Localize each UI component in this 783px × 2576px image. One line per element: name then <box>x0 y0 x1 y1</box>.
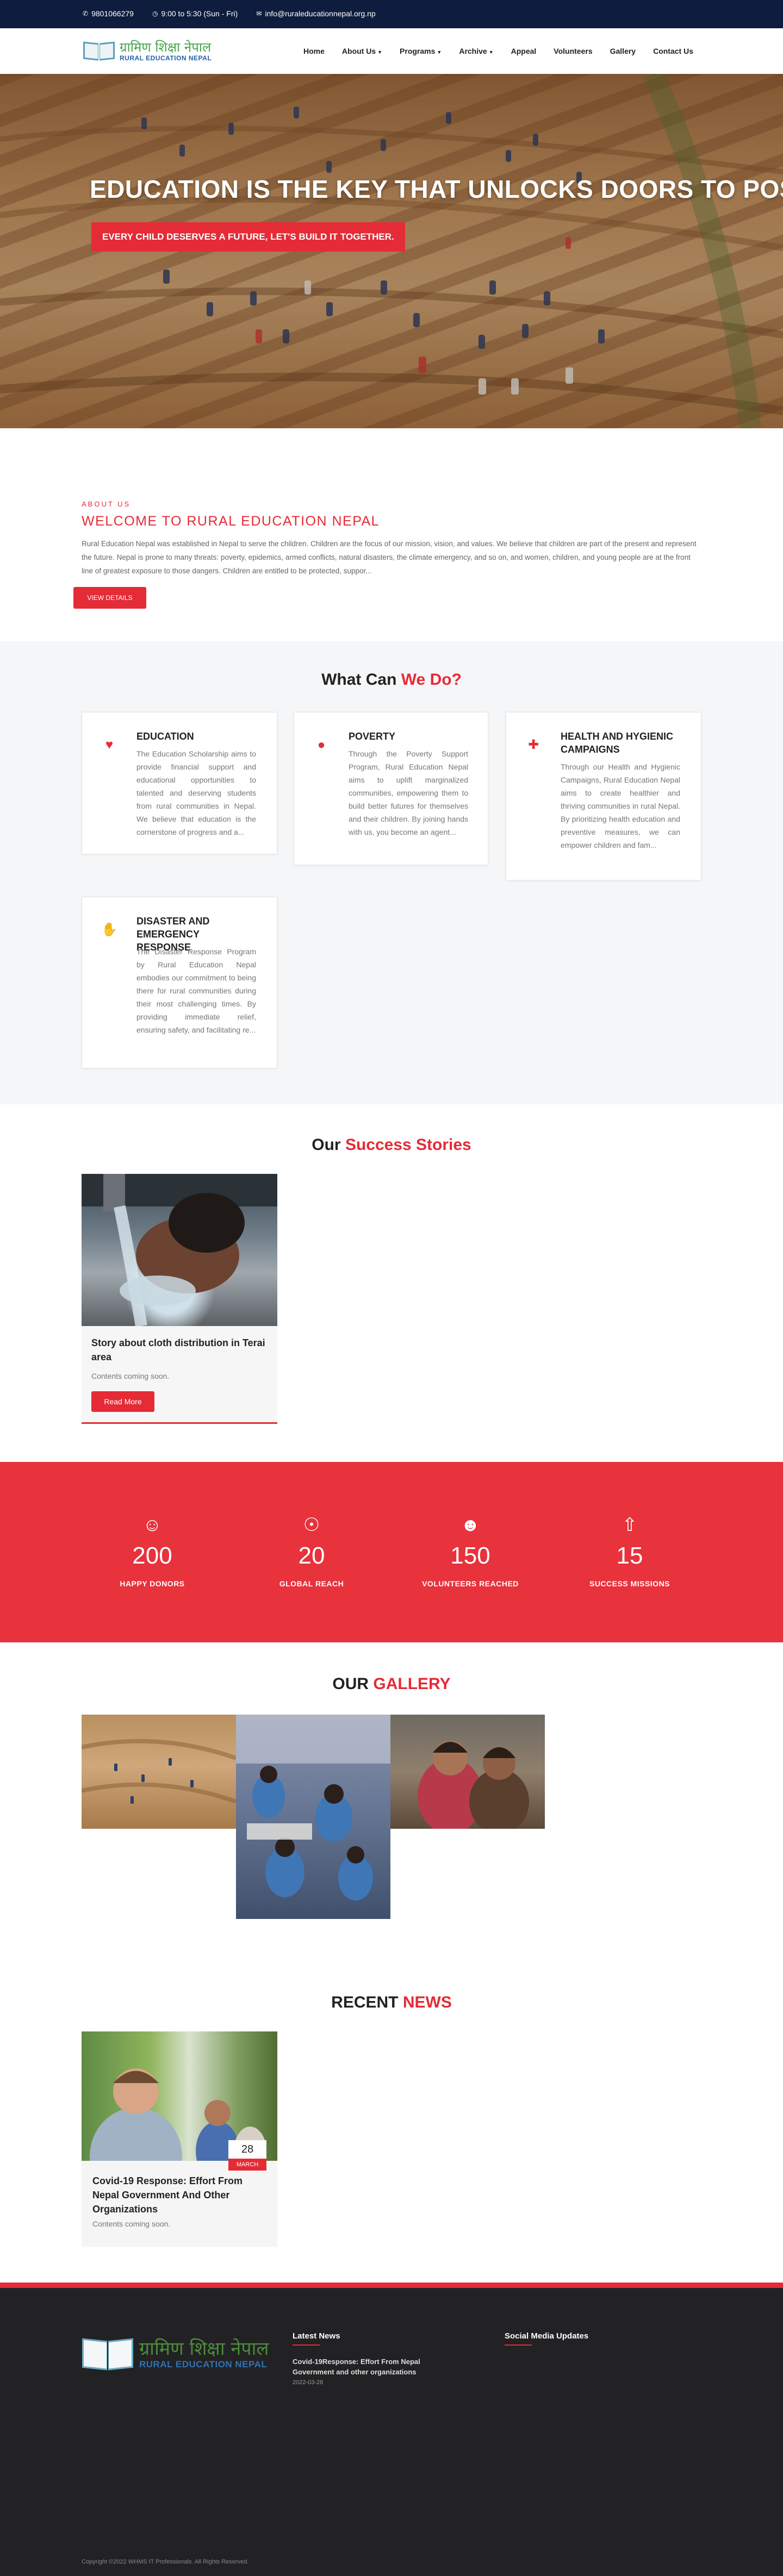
footer-logo[interactable]: ग्रामिण शिक्षा नेपाल RURAL EDUCATION NEP… <box>82 2337 269 2372</box>
site-footer: ग्रामिण शिक्षा नेपाल RURAL EDUCATION NEP… <box>0 2283 783 2576</box>
social-media-heading: Social Media Updates <box>505 2331 589 2341</box>
stat-label: HAPPY DONORS <box>120 1579 185 1588</box>
stat-success-missions: ⇧ 15 SUCCESS MISSIONS <box>559 1514 700 1588</box>
latest-news-heading: Latest News <box>293 2331 340 2341</box>
envelope-icon: ✉ <box>256 10 262 17</box>
heading-underline <box>293 2344 320 2346</box>
stat-value: 15 <box>616 1542 643 1569</box>
stat-happy-donors: ☺ 200 HAPPY DONORS <box>82 1514 223 1588</box>
hand-coin-icon: ● <box>317 737 326 752</box>
stat-label: SUCCESS MISSIONS <box>589 1579 670 1588</box>
stat-label: GLOBAL REACH <box>279 1579 344 1588</box>
main-navbar: ग्रामिण शिक्षा नेपाल RURAL EDUCATION NEP… <box>0 28 783 74</box>
heading-underline <box>505 2344 532 2346</box>
card-text: Through our Health and Hygienic Campaign… <box>561 762 680 849</box>
card-text: The Education Scholarship aims to provid… <box>136 749 256 836</box>
user-plus-icon: ☻ <box>461 1515 480 1535</box>
about-title: WELCOME TO RURAL EDUCATION NEPAL <box>82 514 380 529</box>
what-we-do-section: What Can We Do? ♥ EDUCATION The Educatio… <box>0 641 783 1104</box>
hours-text: 9:00 to 5:30 (Sun - Fri) <box>161 9 238 18</box>
stat-volunteers: ☻ 150 VOLUNTEERS REACHED <box>400 1514 541 1588</box>
card-text: The Disaster Response Program by Rural E… <box>136 947 256 1034</box>
phone-text: 9801066279 <box>91 9 134 18</box>
news-date-badge: 28 MARCH <box>228 2140 266 2171</box>
story-card[interactable]: Story about cloth distribution in Terai … <box>82 1174 277 1424</box>
book-logo-icon <box>82 2337 134 2372</box>
gallery-title: OUR GALLERY <box>332 1675 451 1693</box>
phone-icon: ✆ <box>83 10 89 17</box>
helping-hand-icon: ✋ <box>101 922 117 937</box>
nav-item-home[interactable]: Home <box>303 47 325 55</box>
nav-item-archive[interactable]: Archive ▼ <box>459 47 493 55</box>
email-item[interactable]: ✉ info@ruraleducationnepal.org.np <box>256 9 375 18</box>
logo-name-english: RURAL EDUCATION NEPAL <box>120 54 212 62</box>
top-contact-bar: ✆ 9801066279 ◷ 9:00 to 5:30 (Sun - Fri) … <box>0 0 783 28</box>
nav-item-contact-us[interactable]: Contact Us <box>653 47 693 55</box>
rocket-icon: ⇧ <box>622 1515 638 1535</box>
news-card[interactable]: 28 MARCH Covid-19 Response: Effort From … <box>82 2031 277 2247</box>
nav-menu: Home About Us ▼ Programs ▼ Archive ▼ Appeal… <box>303 47 693 55</box>
email-text: info@ruraleducationnepal.org.np <box>265 9 376 18</box>
book-logo-icon <box>83 40 115 62</box>
story-image <box>82 1174 277 1326</box>
hero-banner: EDUCATION IS THE KEY THAT UNLOCKS DOORS … <box>0 74 783 428</box>
service-card-education[interactable]: ♥ EDUCATION The Education Scholarship ai… <box>82 712 277 854</box>
smile-icon: ☺ <box>142 1515 162 1535</box>
what-we-do-title: What Can We Do? <box>321 671 462 689</box>
news-text: Contents coming soon. <box>92 2219 171 2228</box>
footer-logo-nepali: ग्रामिण शिक्षा नेपाल <box>139 2338 269 2360</box>
hands-care-icon: ✚ <box>527 737 539 752</box>
story-text: Contents coming soon. <box>91 1372 170 1380</box>
footer-logo-english: RURAL EDUCATION NEPAL <box>139 2359 268 2369</box>
latest-news-date: 2022-03-28 <box>293 2379 324 2386</box>
nav-item-volunteers[interactable]: Volunteers <box>554 47 592 55</box>
chevron-down-icon: ▼ <box>377 49 383 55</box>
hero-subtitle-badge: EVERY CHILD DESERVES A FUTURE, LET'S BUI… <box>91 222 405 252</box>
phone-item[interactable]: ✆ 9801066279 <box>83 9 134 18</box>
hand-heart-icon: ♥ <box>105 737 114 752</box>
stats-band: ☺ 200 HAPPY DONORS ☉ 20 GLOBAL REACH ☻ 1… <box>0 1462 783 1642</box>
stat-value: 20 <box>298 1542 325 1569</box>
recent-news-title: RECENT NEWS <box>331 1993 452 2011</box>
logo-name-nepali: ग्रामिण शिक्षा नेपाल <box>120 40 212 55</box>
service-card-health[interactable]: ✚ HEALTH AND HYGIENIC CAMPAIGNS Through … <box>506 712 701 880</box>
card-title: HEALTH AND HYGIENIC CAMPAIGNS <box>561 731 673 755</box>
read-more-button[interactable]: Read More <box>91 1391 154 1412</box>
news-title[interactable]: Covid-19 Response: Effort From Nepal Gov… <box>92 2174 266 2216</box>
chevron-down-icon: ▼ <box>488 49 494 55</box>
latest-news-link[interactable]: Covid-19Response: Effort From Nepal Gove… <box>293 2356 439 2377</box>
nav-item-gallery[interactable]: Gallery <box>610 47 636 55</box>
hero-title: EDUCATION IS THE KEY THAT UNLOCKS DOORS … <box>90 175 783 203</box>
nav-item-appeal[interactable]: Appeal <box>511 47 537 55</box>
nav-item-programs[interactable]: Programs ▼ <box>400 47 442 55</box>
story-title: Story about cloth distribution in Terai … <box>91 1337 265 1362</box>
success-stories-title: Our Success Stories <box>312 1136 471 1154</box>
news-month: MARCH <box>228 2159 266 2171</box>
hours-item: ◷ 9:00 to 5:30 (Sun - Fri) <box>152 9 238 18</box>
site-logo[interactable]: ग्रामिण शिक्षा नेपाल RURAL EDUCATION NEP… <box>83 40 212 62</box>
clock-icon: ◷ <box>152 10 158 17</box>
about-text: Rural Education Nepal was established in… <box>82 540 697 575</box>
card-title: EDUCATION <box>136 731 194 742</box>
stat-value: 200 <box>132 1542 172 1569</box>
card-text: Through the Poverty Support Program, Rur… <box>349 749 468 836</box>
stat-global-reach: ☉ 20 GLOBAL REACH <box>241 1514 382 1588</box>
gallery-image-field[interactable] <box>82 1715 236 1829</box>
nav-item-about-us[interactable]: About Us ▼ <box>342 47 382 55</box>
gallery-image-classroom[interactable] <box>236 1715 390 1919</box>
gallery-image-children[interactable] <box>390 1715 545 1829</box>
service-card-disaster[interactable]: ✋ DISASTER AND EMERGENCY RESPONSE The Di… <box>82 897 277 1068</box>
chevron-down-icon: ▼ <box>437 49 442 55</box>
view-details-button[interactable]: VIEW DETAILS <box>73 587 146 609</box>
copyright-text: Copyright ©2022 WHMS IT Professionals. A… <box>82 2559 249 2565</box>
news-day: 28 <box>241 2143 254 2155</box>
globe-icon: ☉ <box>303 1515 320 1535</box>
stat-value: 150 <box>450 1542 490 1569</box>
card-title: POVERTY <box>349 731 396 742</box>
about-tag: ABOUT US <box>82 500 131 508</box>
stat-label: VOLUNTEERS REACHED <box>422 1579 519 1588</box>
service-card-poverty[interactable]: ● POVERTY Through the Poverty Support Pr… <box>294 712 488 865</box>
